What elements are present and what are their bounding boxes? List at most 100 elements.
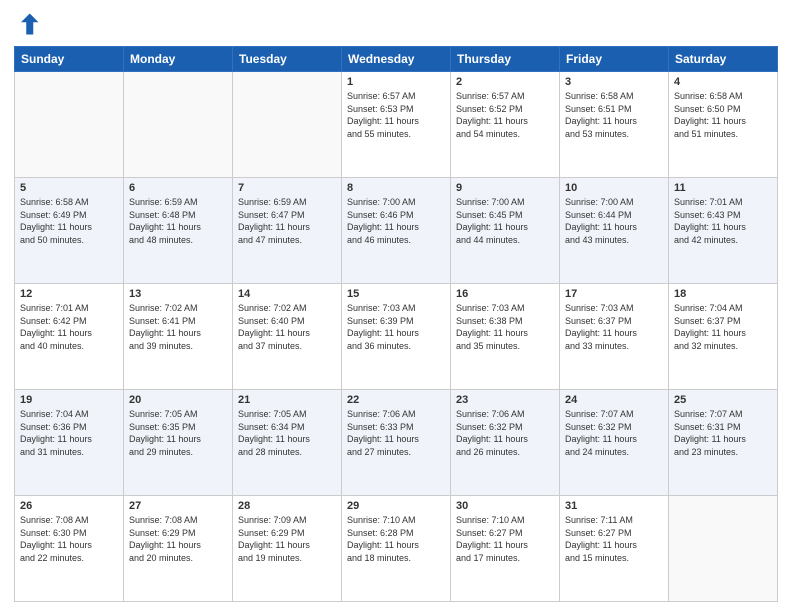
day-number: 17 bbox=[565, 288, 663, 300]
calendar-cell: 24Sunrise: 7:07 AM Sunset: 6:32 PM Dayli… bbox=[560, 390, 669, 496]
day-info: Sunrise: 7:08 AM Sunset: 6:29 PM Dayligh… bbox=[129, 514, 227, 564]
calendar-cell: 6Sunrise: 6:59 AM Sunset: 6:48 PM Daylig… bbox=[124, 178, 233, 284]
calendar-cell: 28Sunrise: 7:09 AM Sunset: 6:29 PM Dayli… bbox=[233, 496, 342, 602]
day-number: 1 bbox=[347, 76, 445, 88]
day-number: 14 bbox=[238, 288, 336, 300]
day-info: Sunrise: 7:07 AM Sunset: 6:31 PM Dayligh… bbox=[674, 408, 772, 458]
day-info: Sunrise: 7:01 AM Sunset: 6:43 PM Dayligh… bbox=[674, 196, 772, 246]
day-info: Sunrise: 7:08 AM Sunset: 6:30 PM Dayligh… bbox=[20, 514, 118, 564]
day-number: 19 bbox=[20, 394, 118, 406]
calendar-table: SundayMondayTuesdayWednesdayThursdayFrid… bbox=[14, 46, 778, 602]
day-info: Sunrise: 7:03 AM Sunset: 6:38 PM Dayligh… bbox=[456, 302, 554, 352]
calendar-cell: 12Sunrise: 7:01 AM Sunset: 6:42 PM Dayli… bbox=[15, 284, 124, 390]
day-number: 13 bbox=[129, 288, 227, 300]
day-info: Sunrise: 6:58 AM Sunset: 6:50 PM Dayligh… bbox=[674, 90, 772, 140]
header bbox=[14, 10, 778, 38]
calendar-cell bbox=[124, 72, 233, 178]
logo-icon bbox=[14, 10, 42, 38]
day-info: Sunrise: 7:11 AM Sunset: 6:27 PM Dayligh… bbox=[565, 514, 663, 564]
day-number: 2 bbox=[456, 76, 554, 88]
calendar-day-header: Monday bbox=[124, 47, 233, 72]
day-info: Sunrise: 7:02 AM Sunset: 6:41 PM Dayligh… bbox=[129, 302, 227, 352]
calendar-day-header: Sunday bbox=[15, 47, 124, 72]
day-number: 10 bbox=[565, 182, 663, 194]
calendar-week-row: 12Sunrise: 7:01 AM Sunset: 6:42 PM Dayli… bbox=[15, 284, 778, 390]
calendar-cell: 9Sunrise: 7:00 AM Sunset: 6:45 PM Daylig… bbox=[451, 178, 560, 284]
calendar-cell: 7Sunrise: 6:59 AM Sunset: 6:47 PM Daylig… bbox=[233, 178, 342, 284]
day-info: Sunrise: 7:00 AM Sunset: 6:44 PM Dayligh… bbox=[565, 196, 663, 246]
calendar-cell: 27 Sunrise: 7:08 AM Sunset: 6:29 PM Dayli… bbox=[124, 496, 233, 602]
calendar-cell bbox=[15, 72, 124, 178]
calendar-week-row: 5 Sunrise: 6:58 AM Sunset: 6:49 PM Daylig… bbox=[15, 178, 778, 284]
calendar-day-header: Tuesday bbox=[233, 47, 342, 72]
calendar-cell: 14 Sunrise: 7:02 AM Sunset: 6:40 PM Dayli… bbox=[233, 284, 342, 390]
calendar-cell: 11 Sunrise: 7:01 AM Sunset: 6:43 PM Dayli… bbox=[669, 178, 778, 284]
day-info: Sunrise: 7:01 AM Sunset: 6:42 PM Dayligh… bbox=[20, 302, 118, 352]
calendar-cell: 3 Sunrise: 6:58 AM Sunset: 6:51 PM Daylig… bbox=[560, 72, 669, 178]
calendar-cell: 30 Sunrise: 7:10 AM Sunset: 6:27 PM Dayli… bbox=[451, 496, 560, 602]
calendar-cell: 31 Sunrise: 7:11 AM Sunset: 6:27 PM Dayli… bbox=[560, 496, 669, 602]
day-number: 31 bbox=[565, 500, 663, 512]
calendar-cell: 4 Sunrise: 6:58 AM Sunset: 6:50 PM Daylig… bbox=[669, 72, 778, 178]
day-info: Sunrise: 7:06 AM Sunset: 6:33 PM Dayligh… bbox=[347, 408, 445, 458]
calendar-week-row: 1 Sunrise: 6:57 AM Sunset: 6:53 PM Daylig… bbox=[15, 72, 778, 178]
day-info: Sunrise: 6:57 AM Sunset: 6:52 PM Dayligh… bbox=[456, 90, 554, 140]
day-number: 25 bbox=[674, 394, 772, 406]
day-info: Sunrise: 7:05 AM Sunset: 6:34 PM Dayligh… bbox=[238, 408, 336, 458]
calendar-cell: 20 Sunrise: 7:05 AM Sunset: 6:35 PM Dayli… bbox=[124, 390, 233, 496]
day-number: 26 bbox=[20, 500, 118, 512]
calendar-cell: 19 Sunrise: 7:04 AM Sunset: 6:36 PM Dayli… bbox=[15, 390, 124, 496]
day-info: Sunrise: 6:59 AM Sunset: 6:47 PM Dayligh… bbox=[238, 196, 336, 246]
day-info: Sunrise: 6:57 AM Sunset: 6:53 PM Dayligh… bbox=[347, 90, 445, 140]
calendar-day-header: Saturday bbox=[669, 47, 778, 72]
day-info: Sunrise: 7:02 AM Sunset: 6:40 PM Dayligh… bbox=[238, 302, 336, 352]
day-number: 23 bbox=[456, 394, 554, 406]
day-info: Sunrise: 7:10 AM Sunset: 6:28 PM Dayligh… bbox=[347, 514, 445, 564]
day-number: 4 bbox=[674, 76, 772, 88]
calendar-day-header: Wednesday bbox=[342, 47, 451, 72]
day-info: Sunrise: 6:58 AM Sunset: 6:51 PM Dayligh… bbox=[565, 90, 663, 140]
calendar-cell: 18 Sunrise: 7:04 AM Sunset: 6:37 PM Dayli… bbox=[669, 284, 778, 390]
day-number: 16 bbox=[456, 288, 554, 300]
day-number: 9 bbox=[456, 182, 554, 194]
calendar-cell: 13 Sunrise: 7:02 AM Sunset: 6:41 PM Dayli… bbox=[124, 284, 233, 390]
calendar-cell: 26 Sunrise: 7:08 AM Sunset: 6:30 PM Dayli… bbox=[15, 496, 124, 602]
day-info: Sunrise: 7:04 AM Sunset: 6:37 PM Dayligh… bbox=[674, 302, 772, 352]
day-info: Sunrise: 7:05 AM Sunset: 6:35 PM Dayligh… bbox=[129, 408, 227, 458]
day-info: Sunrise: 7:00 AM Sunset: 6:46 PM Dayligh… bbox=[347, 196, 445, 246]
calendar-cell bbox=[669, 496, 778, 602]
day-info: Sunrise: 7:07 AM Sunset: 6:32 PM Dayligh… bbox=[565, 408, 663, 458]
day-number: 15 bbox=[347, 288, 445, 300]
day-number: 18 bbox=[674, 288, 772, 300]
calendar-cell: 25 Sunrise: 7:07 AM Sunset: 6:31 PM Dayli… bbox=[669, 390, 778, 496]
day-info: Sunrise: 7:10 AM Sunset: 6:27 PM Dayligh… bbox=[456, 514, 554, 564]
day-info: Sunrise: 7:06 AM Sunset: 6:32 PM Dayligh… bbox=[456, 408, 554, 458]
calendar-cell: 15 Sunrise: 7:03 AM Sunset: 6:39 PM Dayli… bbox=[342, 284, 451, 390]
calendar-cell: 21 Sunrise: 7:05 AM Sunset: 6:34 PM Dayli… bbox=[233, 390, 342, 496]
day-number: 21 bbox=[238, 394, 336, 406]
calendar-day-header: Friday bbox=[560, 47, 669, 72]
day-info: Sunrise: 7:04 AM Sunset: 6:36 PM Dayligh… bbox=[20, 408, 118, 458]
day-number: 6 bbox=[129, 182, 227, 194]
day-number: 20 bbox=[129, 394, 227, 406]
calendar-cell: 8 Sunrise: 7:00 AM Sunset: 6:46 PM Daylig… bbox=[342, 178, 451, 284]
day-info: Sunrise: 7:03 AM Sunset: 6:39 PM Dayligh… bbox=[347, 302, 445, 352]
calendar-cell: 29Sunrise: 7:10 AM Sunset: 6:28 PM Dayli… bbox=[342, 496, 451, 602]
calendar-cell: 2 Sunrise: 6:57 AM Sunset: 6:52 PM Daylig… bbox=[451, 72, 560, 178]
day-number: 30 bbox=[456, 500, 554, 512]
day-number: 27 bbox=[129, 500, 227, 512]
day-info: Sunrise: 6:58 AM Sunset: 6:49 PM Dayligh… bbox=[20, 196, 118, 246]
calendar-cell: 23 Sunrise: 7:06 AM Sunset: 6:32 PM Dayli… bbox=[451, 390, 560, 496]
day-number: 3 bbox=[565, 76, 663, 88]
page-container: SundayMondayTuesdayWednesdayThursdayFrid… bbox=[0, 0, 792, 612]
day-number: 5 bbox=[20, 182, 118, 194]
day-number: 11 bbox=[674, 182, 772, 194]
day-info: Sunrise: 7:09 AM Sunset: 6:29 PM Dayligh… bbox=[238, 514, 336, 564]
calendar-week-row: 19 Sunrise: 7:04 AM Sunset: 6:36 PM Dayli… bbox=[15, 390, 778, 496]
calendar-header-row: SundayMondayTuesdayWednesdayThursdayFrid… bbox=[15, 47, 778, 72]
calendar-cell bbox=[233, 72, 342, 178]
calendar-day-header: Thursday bbox=[451, 47, 560, 72]
calendar-cell: 1 Sunrise: 6:57 AM Sunset: 6:53 PM Daylig… bbox=[342, 72, 451, 178]
calendar-cell: 16 Sunrise: 7:03 AM Sunset: 6:38 PM Dayli… bbox=[451, 284, 560, 390]
day-number: 8 bbox=[347, 182, 445, 194]
